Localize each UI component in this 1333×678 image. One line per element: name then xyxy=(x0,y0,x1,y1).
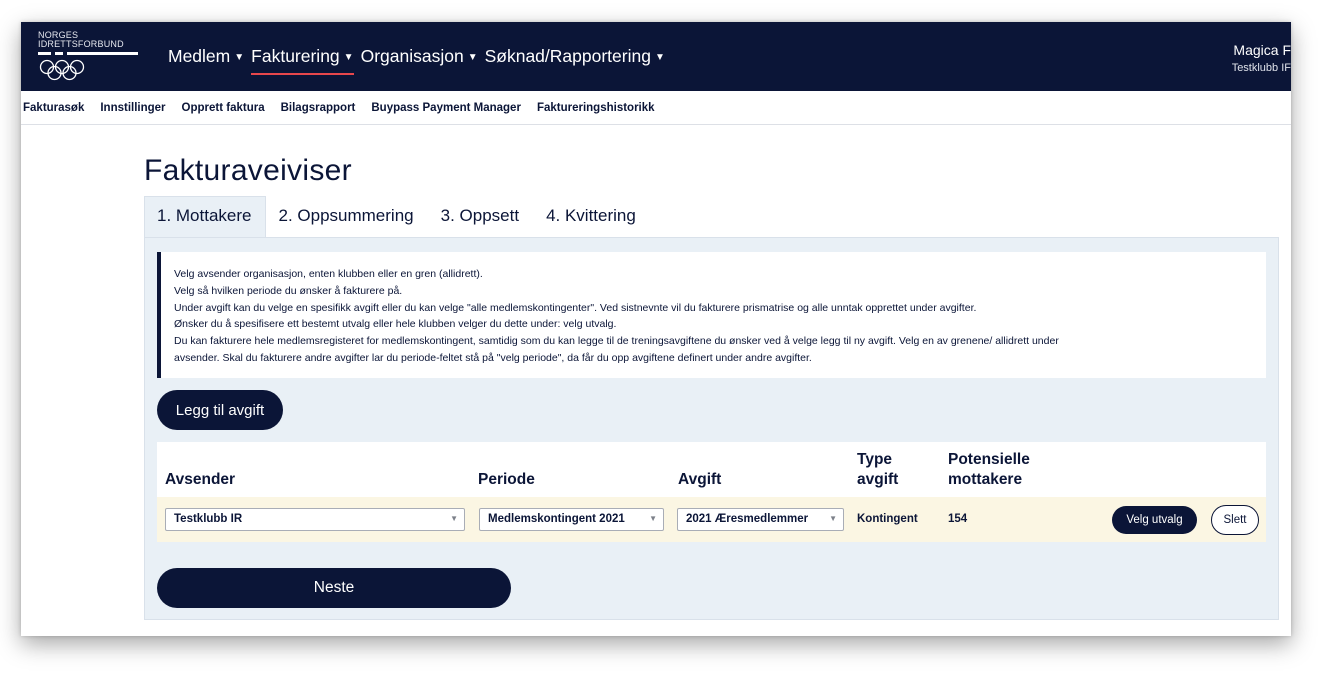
chevron-down-icon: ▼ xyxy=(829,514,837,523)
logo-line-2: IDRETTSFORBUND xyxy=(38,38,124,49)
nif-logo[interactable]: NORGES IDRETTSFORBUND xyxy=(38,31,148,83)
sub-navigation: Fakturasøk Innstillinger Opprett faktura… xyxy=(21,91,1291,125)
tab-oppsett[interactable]: 3. Oppsett xyxy=(428,196,533,238)
next-button[interactable]: Neste xyxy=(157,568,511,608)
main-menu: Medlem ▼ Fakturering ▼ Organisasjon ▼ Søkna… xyxy=(168,46,672,75)
subnav-innstillinger[interactable]: Innstillinger xyxy=(100,102,165,114)
subnav-fakturasok[interactable]: Fakturasøk xyxy=(23,102,84,114)
chevron-down-icon: ▼ xyxy=(649,514,657,523)
avsender-value: Testklubb IR xyxy=(174,513,243,525)
user-menu[interactable]: Magica F Testklubb IF xyxy=(1232,42,1291,74)
page-title: Fakturaveiviser xyxy=(144,154,352,187)
nav-fakturering-label: Fakturering xyxy=(251,46,340,66)
chevron-down-icon: ▼ xyxy=(450,514,458,523)
caret-down-icon: ▼ xyxy=(234,52,245,63)
add-fee-button[interactable]: Legg til avgift xyxy=(157,390,283,430)
user-name: Magica F xyxy=(1233,42,1291,58)
nav-soknad-rapportering[interactable]: Søknad/Rapportering ▼ xyxy=(485,46,665,67)
info-line: Under avgift kan du velge en spesifikk a… xyxy=(174,301,977,314)
caret-down-icon: ▼ xyxy=(343,52,354,63)
avgift-select[interactable]: 2021 Æresmedlemmer ▼ xyxy=(677,508,844,531)
flag-bars-icon xyxy=(38,52,138,56)
nav-medlem-label: Medlem xyxy=(168,46,231,66)
caret-down-icon: ▼ xyxy=(467,52,478,63)
subnav-opprett-faktura[interactable]: Opprett faktura xyxy=(182,102,265,114)
header-type-line1: Type xyxy=(857,451,893,468)
wizard-tabs: 1. Mottakere 2. Oppsummering 3. Oppsett … xyxy=(144,196,650,238)
tab-mottakere[interactable]: 1. Mottakere xyxy=(144,196,266,238)
header-potensielle-mottakere: Potensielle mottakere xyxy=(948,450,1030,490)
header-pot-line1: Potensielle xyxy=(948,451,1030,468)
top-navigation-bar: NORGES IDRETTSFORBUND Medlem ▼ Fakturerin… xyxy=(21,22,1291,91)
periode-select[interactable]: Medlemskontingent 2021 ▼ xyxy=(479,508,664,531)
subnav-faktureringshistorikk[interactable]: Faktureringshistorikk xyxy=(537,102,655,114)
header-avsender: Avsender xyxy=(165,471,236,488)
subnav-bilagsrapport[interactable]: Bilagsrapport xyxy=(281,102,356,114)
header-avgift: Avgift xyxy=(678,471,722,488)
avgift-value: 2021 Æresmedlemmer xyxy=(686,513,809,525)
header-type-avgift: Type avgift xyxy=(857,450,898,490)
user-club: Testklubb IF xyxy=(1231,62,1291,74)
tab-kvittering[interactable]: 4. Kvittering xyxy=(533,196,650,238)
select-group-button[interactable]: Velg utvalg xyxy=(1112,506,1197,534)
info-line: avsender. Skal du fakturere andre avgift… xyxy=(174,351,812,364)
nav-medlem[interactable]: Medlem ▼ xyxy=(168,46,244,67)
header-type-line2: avgift xyxy=(857,471,899,488)
delete-button[interactable]: Slett xyxy=(1211,505,1259,535)
fee-table: Avsender Periode Avgift Type avgift Pote… xyxy=(157,442,1266,542)
info-line: Velg avsender organisasjon, enten klubbe… xyxy=(174,268,483,280)
type-value: Kontingent xyxy=(857,513,918,525)
table-row: Testklubb IR ▼ Medlemskontingent 2021 ▼ … xyxy=(157,497,1266,542)
header-periode: Periode xyxy=(478,471,535,488)
caret-down-icon: ▼ xyxy=(654,52,665,63)
subnav-buypass[interactable]: Buypass Payment Manager xyxy=(371,102,521,114)
wizard-panel: Velg avsender organisasjon, enten klubbe… xyxy=(144,237,1279,620)
nav-organisasjon[interactable]: Organisasjon ▼ xyxy=(361,46,478,67)
info-line: Ønsker du å spesifisere ett bestemt utva… xyxy=(174,318,617,331)
avsender-select[interactable]: Testklubb IR ▼ xyxy=(165,508,465,531)
app-window: NORGES IDRETTSFORBUND Medlem ▼ Fakturerin… xyxy=(21,22,1291,636)
nav-organisasjon-label: Organisasjon xyxy=(360,46,464,66)
table-header: Avsender Periode Avgift Type avgift Pote… xyxy=(157,442,1266,497)
olympic-rings-icon xyxy=(39,59,85,81)
info-box: Velg avsender organisasjon, enten klubbe… xyxy=(157,252,1266,378)
tab-oppsummering[interactable]: 2. Oppsummering xyxy=(266,196,428,238)
info-line: Du kan fakturere hele medlemsregisteret … xyxy=(174,335,1059,348)
mottakere-count: 154 xyxy=(948,513,968,525)
periode-value: Medlemskontingent 2021 xyxy=(488,513,625,525)
nav-soknad-label: Søknad/Rapportering xyxy=(484,46,651,66)
nav-fakturering[interactable]: Fakturering ▼ xyxy=(251,46,355,75)
header-pot-line2: mottakere xyxy=(948,471,1023,488)
info-line: Velg så hvilken periode du ønsker å fakt… xyxy=(174,284,403,297)
